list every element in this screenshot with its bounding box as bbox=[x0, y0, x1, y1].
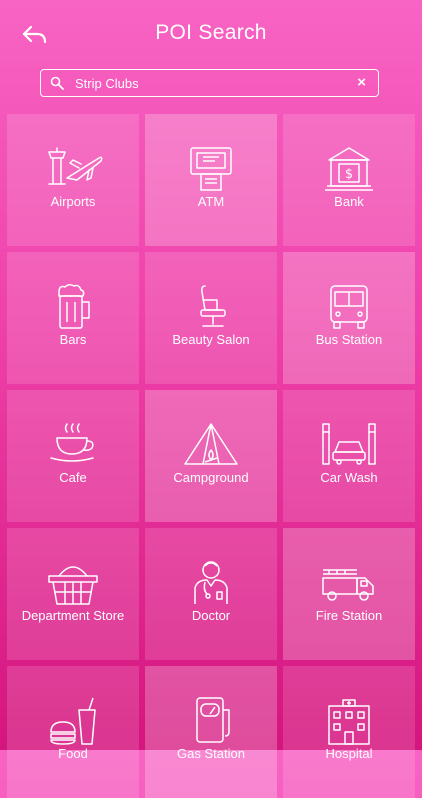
car-wash-icon bbox=[322, 423, 376, 465]
basket-icon bbox=[48, 566, 98, 605]
salon-chair-icon bbox=[200, 285, 226, 327]
coffee-cup-icon bbox=[50, 423, 94, 462]
tile-department-store[interactable]: Department Store bbox=[7, 528, 139, 660]
airport-icon bbox=[48, 147, 103, 185]
tile-airports[interactable]: Airports bbox=[7, 114, 139, 246]
tile-label: Doctor bbox=[191, 608, 231, 623]
tile-label: Bus Station bbox=[315, 332, 383, 347]
tile-car-wash[interactable]: Car Wash bbox=[283, 390, 415, 522]
tile-doctor[interactable]: Doctor bbox=[145, 528, 277, 660]
tile-label: Airports bbox=[50, 194, 96, 209]
tile-label: Beauty Salon bbox=[172, 332, 250, 347]
tile-cafe[interactable]: Cafe bbox=[7, 390, 139, 522]
tile-label: Car Wash bbox=[320, 470, 378, 485]
tile-bars[interactable]: Bars bbox=[7, 252, 139, 384]
search-input[interactable] bbox=[75, 73, 345, 93]
doctor-icon bbox=[194, 561, 228, 604]
beer-mug-icon bbox=[58, 283, 90, 329]
tile-hospital[interactable]: Hospital bbox=[283, 666, 415, 798]
tile-label: Hospital bbox=[325, 746, 373, 761]
tile-label: ATM bbox=[197, 194, 225, 209]
page-title: POI Search bbox=[155, 21, 267, 44]
tile-label: Bars bbox=[59, 332, 87, 347]
tile-campground[interactable]: Campground bbox=[145, 390, 277, 522]
bus-icon bbox=[330, 285, 368, 329]
tile-label: Department Store bbox=[21, 608, 125, 623]
food-icon bbox=[50, 697, 96, 745]
fire-truck-icon bbox=[322, 569, 374, 601]
svg-text:$: $ bbox=[345, 167, 353, 182]
fuel-pump-icon bbox=[196, 697, 230, 743]
header: POI Search bbox=[0, 0, 422, 66]
tile-bank[interactable]: $ Bank bbox=[283, 114, 415, 246]
tile-bus-station[interactable]: Bus Station bbox=[283, 252, 415, 384]
search-icon bbox=[50, 76, 64, 90]
tile-label: Cafe bbox=[59, 470, 87, 485]
tile-food[interactable]: Food bbox=[7, 666, 139, 798]
tile-label: Bank bbox=[334, 194, 364, 209]
bank-icon: $ bbox=[325, 147, 373, 191]
hospital-icon bbox=[328, 699, 370, 745]
search-bar[interactable]: × bbox=[40, 69, 379, 97]
atm-icon bbox=[190, 147, 232, 191]
tile-fire-station[interactable]: Fire Station bbox=[283, 528, 415, 660]
tile-label: Campground bbox=[173, 470, 249, 485]
tile-label: Gas Station bbox=[177, 746, 245, 761]
tile-atm[interactable]: ATM bbox=[145, 114, 277, 246]
tent-icon bbox=[184, 423, 238, 465]
tile-label: Food bbox=[58, 746, 88, 761]
tile-gas-station[interactable]: Gas Station bbox=[145, 666, 277, 798]
tile-label: Fire Station bbox=[315, 608, 383, 623]
clear-search-button[interactable]: × bbox=[357, 73, 366, 93]
tile-beauty-salon[interactable]: Beauty Salon bbox=[145, 252, 277, 384]
